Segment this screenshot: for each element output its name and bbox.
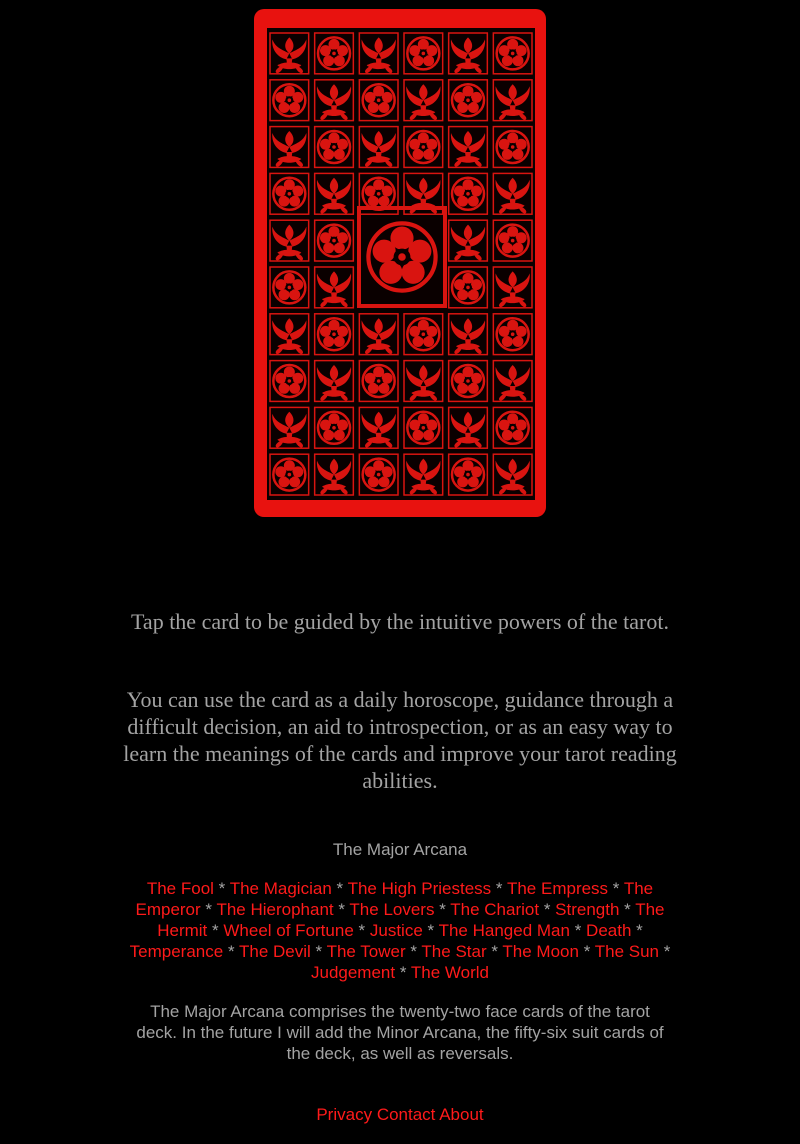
separator: * (612, 879, 620, 898)
separator: * (624, 900, 631, 919)
arcana-link-the-chariot[interactable]: The Chariot (450, 900, 539, 919)
separator: * (574, 921, 582, 940)
arcana-link-the-hanged-man[interactable]: The Hanged Man (439, 921, 570, 940)
contact-link[interactable]: Contact (377, 1105, 436, 1124)
arcana-link-the-magician[interactable]: The Magician (230, 879, 332, 898)
separator: * (410, 942, 417, 961)
arcana-link-the-high-priestess[interactable]: The High Priestess (348, 879, 492, 898)
arcana-link-the-hierophant[interactable]: The Hierophant (216, 900, 333, 919)
arcana-link-the-tower[interactable]: The Tower (327, 942, 406, 961)
separator: * (227, 942, 235, 961)
separator: * (358, 921, 366, 940)
separator: * (212, 921, 219, 940)
major-arcana-note: The Major Arcana comprises the twenty-tw… (136, 1002, 664, 1063)
privacy-link[interactable]: Privacy (316, 1105, 372, 1124)
arcana-link-the-sun[interactable]: The Sun (595, 942, 659, 961)
separator: * (338, 900, 345, 919)
arcana-link-the-fool[interactable]: The Fool (147, 879, 214, 898)
separator: * (495, 879, 503, 898)
arcana-link-the-moon[interactable]: The Moon (502, 942, 579, 961)
arcana-link-temperance[interactable]: Temperance (130, 942, 224, 961)
separator: * (583, 942, 591, 961)
arcana-link-the-star[interactable]: The Star (421, 942, 486, 961)
separator: * (336, 879, 344, 898)
arcana-link-the-lovers[interactable]: The Lovers (349, 900, 434, 919)
separator: * (636, 921, 643, 940)
separator: * (439, 900, 446, 919)
arcana-link-wheel-of-fortune[interactable]: Wheel of Fortune (223, 921, 353, 940)
separator: * (205, 900, 213, 919)
separator: * (491, 942, 498, 961)
separator: * (315, 942, 323, 961)
usage-description: You can use the card as a daily horoscop… (123, 687, 677, 793)
about-link[interactable]: About (439, 1105, 483, 1124)
tap-instruction: Tap the card to be guided by the intuiti… (131, 609, 669, 634)
separator: * (663, 942, 671, 961)
arcana-link-the-devil[interactable]: The Devil (239, 942, 311, 961)
arcana-link-strength[interactable]: Strength (555, 900, 619, 919)
separator: * (427, 921, 435, 940)
major-arcana-list: The Fool * The Magician * The High Pries… (128, 878, 672, 983)
separator: * (543, 900, 551, 919)
arcana-link-the-empress[interactable]: The Empress (507, 879, 608, 898)
major-arcana-heading: The Major Arcana (332, 840, 468, 859)
tarot-card-back[interactable] (254, 9, 546, 517)
footer-links: Privacy Contact About (0, 1104, 800, 1125)
separator: * (218, 879, 226, 898)
arcana-link-justice[interactable]: Justice (370, 921, 423, 940)
separator: * (399, 963, 407, 982)
arcana-link-judgement[interactable]: Judgement (311, 963, 395, 982)
arcana-link-death[interactable]: Death (586, 921, 631, 940)
arcana-link-the-world[interactable]: The World (411, 963, 489, 982)
